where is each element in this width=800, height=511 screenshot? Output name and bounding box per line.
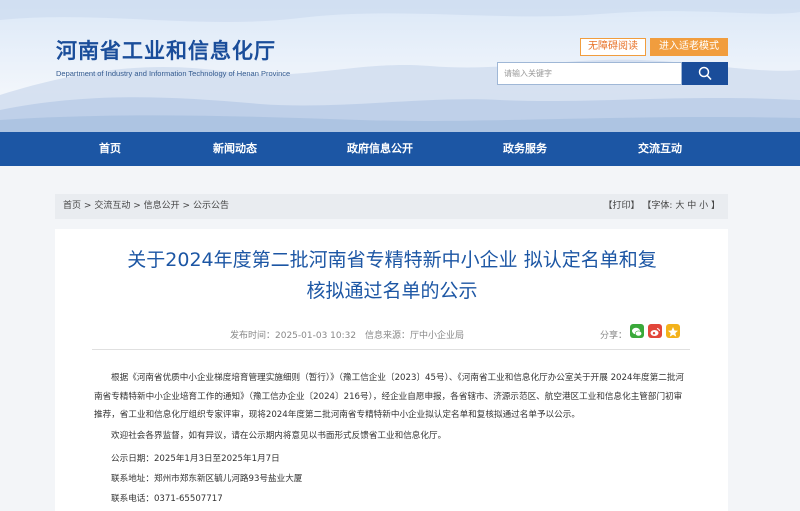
- nav-item-interaction[interactable]: 交流互动: [625, 132, 695, 166]
- font-large-button[interactable]: 大: [675, 201, 684, 211]
- breadcrumb-separator: >: [133, 201, 141, 211]
- site-logo[interactable]: 河南省工业和信息化厅 Department of Industry and In…: [56, 35, 290, 78]
- article-paragraph: 欢迎社会各界监督，如有异议，请在公示期内将意见以书面形式反馈省工业和信息化厅。: [111, 431, 447, 441]
- article-panel: 关于2024年度第二批河南省专精特新中小企业 拟认定名单和复 核拟通过名单的公示…: [55, 229, 728, 511]
- info-source: 信息来源：厅中小企业局: [364, 331, 464, 341]
- print-button[interactable]: 【打印】: [604, 201, 640, 211]
- elder-mode-button[interactable]: 进入适老模式: [650, 38, 728, 56]
- contact-address: 联系地址：郑州市郑东新区毓儿河路93号盐业大厦: [111, 474, 303, 484]
- font-size-label: 【字体:: [642, 201, 673, 211]
- nav-item-services[interactable]: 政务服务: [490, 132, 560, 166]
- breadcrumb-home[interactable]: 首页: [63, 201, 81, 211]
- breadcrumb-separator: >: [182, 201, 191, 211]
- wechat-icon[interactable]: [630, 324, 644, 338]
- search-box: 请输入关键字: [497, 62, 728, 85]
- logo-title: 河南省工业和信息化厅: [56, 39, 276, 63]
- breadcrumb: 首页 > 交流互动 > 信息公开 > 公示公告: [63, 194, 229, 219]
- nav-item-news[interactable]: 新闻动态: [200, 132, 270, 166]
- font-medium-button[interactable]: 中: [687, 201, 696, 211]
- article-paragraph: 根据《河南省优质中小企业梯度培育管理实施细则（暂行）》（豫工信企业〔2023〕4…: [94, 373, 685, 421]
- article-meta: 发布时间：2025-01-03 10:32 信息来源：厅中小企业局: [230, 328, 470, 341]
- breadcrumb-interaction[interactable]: 交流互动: [94, 201, 130, 211]
- weibo-icon[interactable]: [648, 324, 662, 338]
- breadcrumb-notice[interactable]: 公示公告: [193, 201, 229, 211]
- search-input[interactable]: 请输入关键字: [497, 62, 682, 85]
- notice-period: 公示日期：2025年1月3日至2025年1月7日: [111, 454, 280, 464]
- qzone-icon[interactable]: [666, 324, 680, 338]
- font-size-close: 】: [710, 201, 720, 211]
- publish-time: 发布时间：2025-01-03 10:32: [230, 331, 357, 341]
- article-tools: 【打印】 【字体: 大 中 小 】: [604, 194, 721, 219]
- nav-item-gov-info[interactable]: 政府信息公开: [330, 132, 430, 166]
- meta-divider: [92, 349, 690, 350]
- search-icon: [698, 66, 712, 81]
- font-small-button[interactable]: 小: [699, 201, 708, 211]
- article-title: 关于2024年度第二批河南省专精特新中小企业 拟认定名单和复 核拟通过名单的公示: [77, 245, 707, 307]
- nav-item-home[interactable]: 首页: [80, 132, 140, 166]
- article-title-line2: 核拟通过名单的公示: [306, 280, 478, 302]
- breadcrumb-info[interactable]: 信息公开: [144, 201, 180, 211]
- logo-subtitle: Department of Industry and Information T…: [56, 69, 291, 78]
- site-header: 河南省工业和信息化厅 Department of Industry and In…: [0, 0, 800, 132]
- main-nav: 首页 新闻动态 政府信息公开 政务服务 交流互动: [0, 132, 800, 166]
- breadcrumb-bar: 首页 > 交流互动 > 信息公开 > 公示公告 【打印】 【字体: 大 中 小 …: [55, 194, 728, 219]
- accessibility-button[interactable]: 无障碍阅读: [580, 38, 646, 56]
- contact-phone: 联系电话：0371-65507717: [111, 494, 223, 504]
- share-label: 分享：: [600, 331, 628, 341]
- article-title-line1: 关于2024年度第二批河南省专精特新中小企业 拟认定名单和复: [127, 249, 657, 271]
- search-button[interactable]: [682, 62, 728, 85]
- breadcrumb-separator: >: [83, 201, 92, 211]
